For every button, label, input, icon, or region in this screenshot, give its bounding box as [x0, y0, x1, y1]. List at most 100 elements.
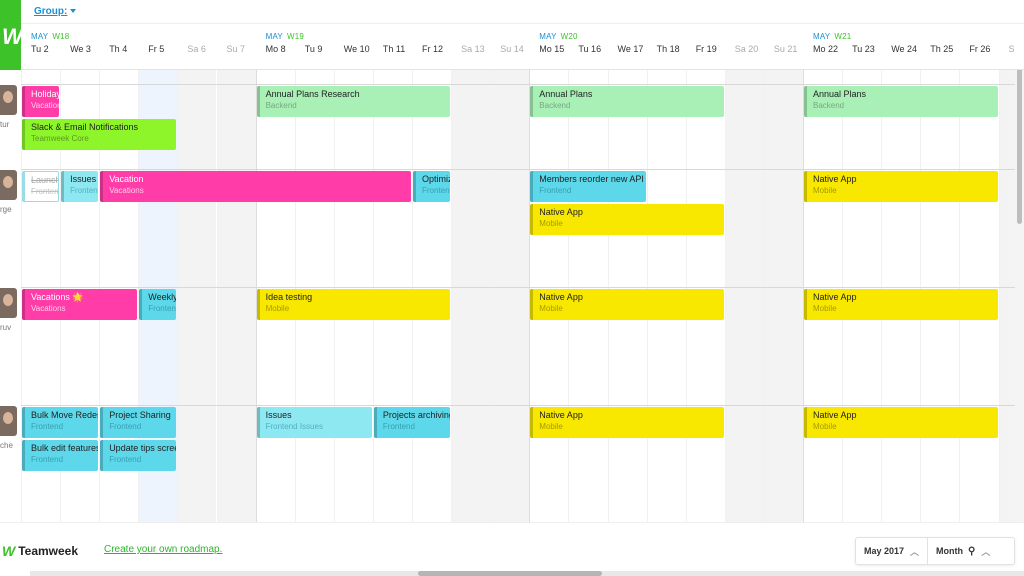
avatar[interactable]	[0, 406, 17, 436]
task-title: Native App	[813, 174, 857, 184]
day-header[interactable]: Mo 15	[529, 44, 568, 54]
task-bar[interactable]: Issues Frontend Issues	[256, 407, 372, 438]
task-title: Vacations 🌟	[31, 292, 84, 302]
task-title: Issues	[70, 174, 97, 184]
day-header[interactable]: Mo 22	[803, 44, 842, 54]
task-project: Mobile	[813, 304, 837, 313]
task-bar[interactable]: Members reorder new API Frontend	[530, 171, 646, 202]
task-bar[interactable]: Vacations 🌟 Vacations	[22, 289, 138, 320]
task-bar[interactable]: Vacation Vacations	[100, 171, 411, 202]
day-header[interactable]: Sa 6	[177, 44, 216, 54]
week-month: MAY	[813, 32, 831, 41]
logo-icon: W	[2, 24, 21, 49]
day-header[interactable]: Tu 23	[842, 44, 881, 54]
task-title: Members reorder new API	[539, 174, 644, 184]
day-column	[724, 70, 764, 522]
task-title: Vacation	[109, 174, 144, 184]
task-title: Native App	[813, 292, 857, 302]
task-bar[interactable]: Idea testing Mobile	[256, 289, 451, 320]
task-title: Weekly	[148, 292, 177, 302]
task-bar[interactable]: Optimiz Fronten	[413, 171, 451, 202]
task-project: Frontend	[31, 422, 64, 431]
task-bar[interactable]: Slack & Email Notifications Teamweek Core	[22, 119, 177, 150]
task-project: Mobile	[265, 304, 290, 313]
day-header[interactable]: S	[999, 44, 1024, 54]
row-separator	[21, 405, 1024, 406]
chevron-down-icon	[70, 9, 77, 14]
day-header[interactable]: We 3	[60, 44, 99, 54]
day-header[interactable]: Th 18	[647, 44, 686, 54]
day-header[interactable]: Th 4	[99, 44, 138, 54]
app-logo[interactable]: W	[0, 0, 21, 70]
task-bar[interactable]: Native App Mobile	[804, 407, 998, 438]
task-bar[interactable]: Projects archiving Frontend	[373, 407, 451, 438]
week-label: MAY W21	[813, 32, 851, 41]
task-project: Mobile	[813, 422, 837, 431]
brand-name: Teamweek	[18, 544, 79, 558]
vertical-scrollbar[interactable]	[1015, 24, 1024, 524]
avatar[interactable]	[0, 170, 17, 200]
task-project: Vacations	[109, 186, 144, 195]
task-bar[interactable]: Weekly Fronten	[139, 289, 177, 320]
row-separator	[21, 84, 1024, 85]
day-header[interactable]: Su 14	[490, 44, 529, 54]
day-header[interactable]: Su 21	[764, 44, 803, 54]
day-column	[763, 70, 803, 522]
week-number: W21	[834, 32, 852, 41]
task-bar[interactable]: Native App Mobile	[804, 171, 998, 202]
horizontal-scrollbar-thumb[interactable]	[418, 571, 602, 576]
task-bar[interactable]: Annual Plans Research Backend	[256, 86, 451, 117]
avatar[interactable]	[0, 85, 17, 115]
day-header[interactable]: Th 25	[920, 44, 959, 54]
day-header[interactable]: Fr 5	[138, 44, 177, 54]
task-title: Issues	[265, 410, 292, 420]
day-header[interactable]: Tu 16	[568, 44, 607, 54]
day-header[interactable]: Tu 2	[21, 44, 60, 54]
week-number: W19	[286, 32, 304, 41]
task-bar[interactable]: Annual Plans Backend	[804, 86, 998, 117]
create-roadmap-link[interactable]: Create your own roadmap.	[104, 544, 222, 555]
group-filter-dropdown[interactable]: Group:	[34, 6, 77, 17]
task-title: Projects archiving	[382, 410, 451, 420]
zoom-selector[interactable]: Month ⚲ ︿	[927, 538, 998, 564]
task-bar[interactable]: Bulk edit features Frontend	[22, 440, 99, 471]
day-header[interactable]: Fr 12	[412, 44, 451, 54]
week-number: W18	[52, 32, 70, 41]
task-bar[interactable]: Project Sharing Frontend	[100, 407, 177, 438]
zoom-icon: ⚲	[968, 545, 976, 557]
task-bar[interactable]: Annual Plans Backend	[530, 86, 724, 117]
day-header[interactable]: Tu 9	[295, 44, 334, 54]
day-header[interactable]: Fr 26	[959, 44, 998, 54]
avatar[interactable]	[0, 288, 17, 318]
task-bar[interactable]: Native App Mobile	[530, 289, 724, 320]
task-bar[interactable]: Issues Fronten	[61, 171, 99, 202]
day-header[interactable]: Fr 19	[686, 44, 725, 54]
day-header[interactable]: We 17	[608, 44, 647, 54]
person-name: tur	[0, 120, 10, 129]
day-header[interactable]: Su 7	[217, 44, 256, 54]
day-header[interactable]: Sa 20	[725, 44, 764, 54]
period-label: May 2017	[864, 546, 905, 556]
day-header[interactable]: Mo 8	[256, 44, 295, 54]
task-bar[interactable]: Bulk Move Redes Frontend	[22, 407, 99, 438]
day-header[interactable]: We 10	[334, 44, 373, 54]
task-bar[interactable]: Holiday Vacation	[22, 86, 60, 117]
task-title: Optimiz	[422, 174, 451, 184]
footer-bar: W Teamweek Create your own roadmap. May …	[0, 522, 1024, 576]
task-bar[interactable]: Native App Mobile	[804, 289, 998, 320]
task-bar[interactable]: Native App Mobile	[530, 204, 724, 235]
task-bar[interactable]: Launch Fronten	[22, 171, 60, 202]
task-bar[interactable]: Native App Mobile	[530, 407, 724, 438]
task-project: Teamweek Core	[31, 134, 89, 143]
day-header[interactable]: Th 11	[373, 44, 412, 54]
horizontal-scrollbar[interactable]	[30, 571, 1024, 576]
task-project: Frontend	[31, 455, 64, 464]
task-title: Native App	[539, 410, 583, 420]
task-bar[interactable]: Update tips scree Frontend	[100, 440, 177, 471]
brand-logo[interactable]: W Teamweek	[2, 543, 78, 559]
period-selector[interactable]: May 2017 ︿	[856, 538, 927, 564]
day-header[interactable]: We 24	[881, 44, 920, 54]
day-header[interactable]: Sa 13	[451, 44, 490, 54]
task-project: Frontend Issues	[265, 422, 323, 431]
chevron-up-icon: ︿	[910, 546, 920, 557]
